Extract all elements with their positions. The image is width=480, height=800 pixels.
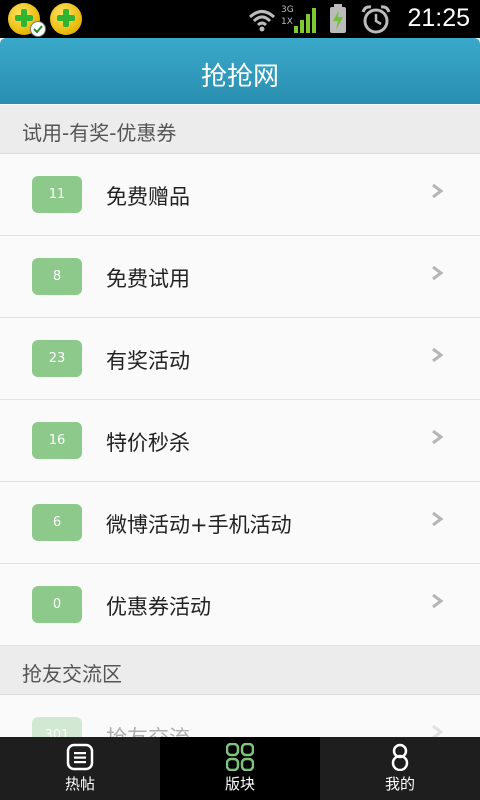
list-item[interactable]: 6 微博活动+手机活动: [0, 482, 480, 564]
count-badge: 8: [32, 258, 82, 295]
list-item-label: 有奖活动: [106, 349, 190, 373]
count-badge: 11: [32, 176, 82, 213]
chevron-right-icon: [432, 184, 444, 198]
section-title: 抢友交流区: [22, 662, 122, 686]
chevron-right-icon: [432, 512, 444, 526]
chevron-right-icon: [432, 594, 444, 608]
section-header: 抢友交流区: [0, 646, 480, 695]
count-badge: 0: [32, 586, 82, 623]
list-item-label: 特价秒杀: [106, 431, 190, 455]
clock: 21:25: [407, 4, 470, 32]
profile-icon: [391, 743, 409, 771]
list-item[interactable]: 16 特价秒杀: [0, 400, 480, 482]
list-item-label: 免费赠品: [106, 185, 190, 209]
tab-label: 热帖: [64, 775, 95, 793]
tab-label: 我的: [384, 775, 415, 793]
list-item-label: 优惠券活动: [106, 595, 211, 619]
list-item-label: 微博活动+手机活动: [106, 513, 292, 537]
signal-icon: [294, 8, 316, 33]
app-update-icon: [50, 3, 82, 35]
list-item[interactable]: 23 有奖活动: [0, 318, 480, 400]
tab-boards[interactable]: 版块: [160, 737, 320, 800]
list-item[interactable]: 11 免费赠品: [0, 154, 480, 236]
chevron-right-icon: [432, 266, 444, 280]
list-item[interactable]: 0 优惠券活动: [0, 564, 480, 646]
tab-hot-posts[interactable]: 热帖: [0, 737, 160, 800]
wifi-icon: [248, 10, 276, 32]
list-item-label: 免费试用: [106, 267, 190, 291]
boards-grid-icon: [226, 743, 254, 771]
hot-posts-icon: [66, 743, 94, 771]
list-item[interactable]: 8 免费试用: [0, 236, 480, 318]
chevron-right-icon: [432, 348, 444, 362]
tab-profile[interactable]: 我的: [320, 737, 480, 800]
page-title: 抢抢网: [200, 62, 279, 92]
network-type: 3G 1X: [281, 5, 294, 27]
app-notification-icon: [8, 3, 46, 37]
alarm-icon: [361, 5, 391, 34]
count-badge: 16: [32, 422, 82, 459]
status-bar: 3G 1X 21:25: [0, 0, 480, 38]
tab-label: 版块: [224, 775, 255, 793]
title-bar: 抢抢网: [0, 38, 480, 104]
chevron-right-icon: [432, 430, 444, 444]
count-badge: 23: [32, 340, 82, 377]
bottom-tab-bar: 热帖 版块 我的: [0, 737, 480, 800]
section-header: 试用-有奖-优惠券: [0, 105, 480, 154]
count-badge: 6: [32, 504, 82, 541]
battery-charging-icon: [330, 4, 346, 33]
section-title: 试用-有奖-优惠券: [22, 121, 177, 145]
